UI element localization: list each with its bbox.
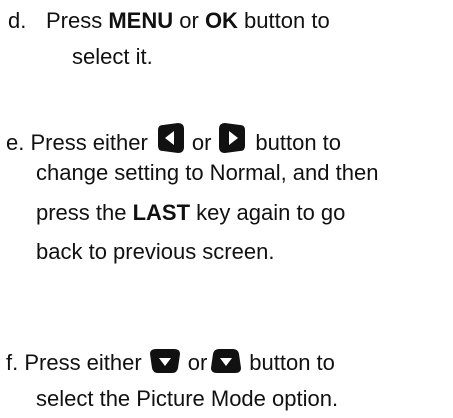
step-e-line-2: change setting to Normal, and then	[36, 160, 378, 186]
step-e-text-3a: press the	[36, 200, 133, 225]
step-d-marker: d.	[8, 8, 27, 33]
step-e-or: or	[191, 130, 212, 155]
step-d-or: or	[173, 8, 205, 33]
last-key-label: LAST	[132, 200, 191, 225]
step-d-line-2: select it.	[72, 44, 153, 70]
step-e-suffix: button to	[255, 130, 342, 155]
left-arrow-button-icon	[154, 122, 186, 154]
step-f-suffix: button to	[249, 350, 335, 375]
right-arrow-button-icon	[217, 122, 249, 154]
step-d-line-1-text: Press MENU or OK button to	[46, 8, 330, 34]
step-f-text-2: select the Picture Mode option.	[36, 386, 339, 411]
step-e-line-3: press the LAST key again to go	[36, 200, 345, 226]
step-e-prefix: e. Press either	[6, 130, 148, 155]
step-d-text-1: Press	[46, 8, 109, 33]
step-e-line-1: e. Press either or button to	[6, 122, 341, 155]
step-e-text-4: back to previous screen.	[36, 239, 275, 264]
menu-key-label: MENU	[108, 8, 174, 33]
step-d-text-2: button to	[237, 8, 330, 33]
step-d-text-3: select it.	[72, 44, 153, 69]
up-arrow-button-icon	[148, 348, 182, 374]
step-e-text-3b: key again to go	[190, 200, 346, 225]
step-e-text-2: change setting to Normal, and then	[36, 160, 379, 185]
step-f-prefix: f. Press either	[6, 350, 142, 375]
step-f-line-1: f. Press either or button to	[6, 348, 335, 375]
step-f-or: or	[187, 350, 208, 375]
step-e-line-4: back to previous screen.	[36, 239, 274, 265]
step-f-line-2: select the Picture Mode option.	[36, 386, 338, 412]
step-d-line-1: d.	[8, 8, 26, 34]
down-arrow-button-icon	[209, 348, 243, 374]
ok-key-label: OK	[204, 8, 238, 33]
